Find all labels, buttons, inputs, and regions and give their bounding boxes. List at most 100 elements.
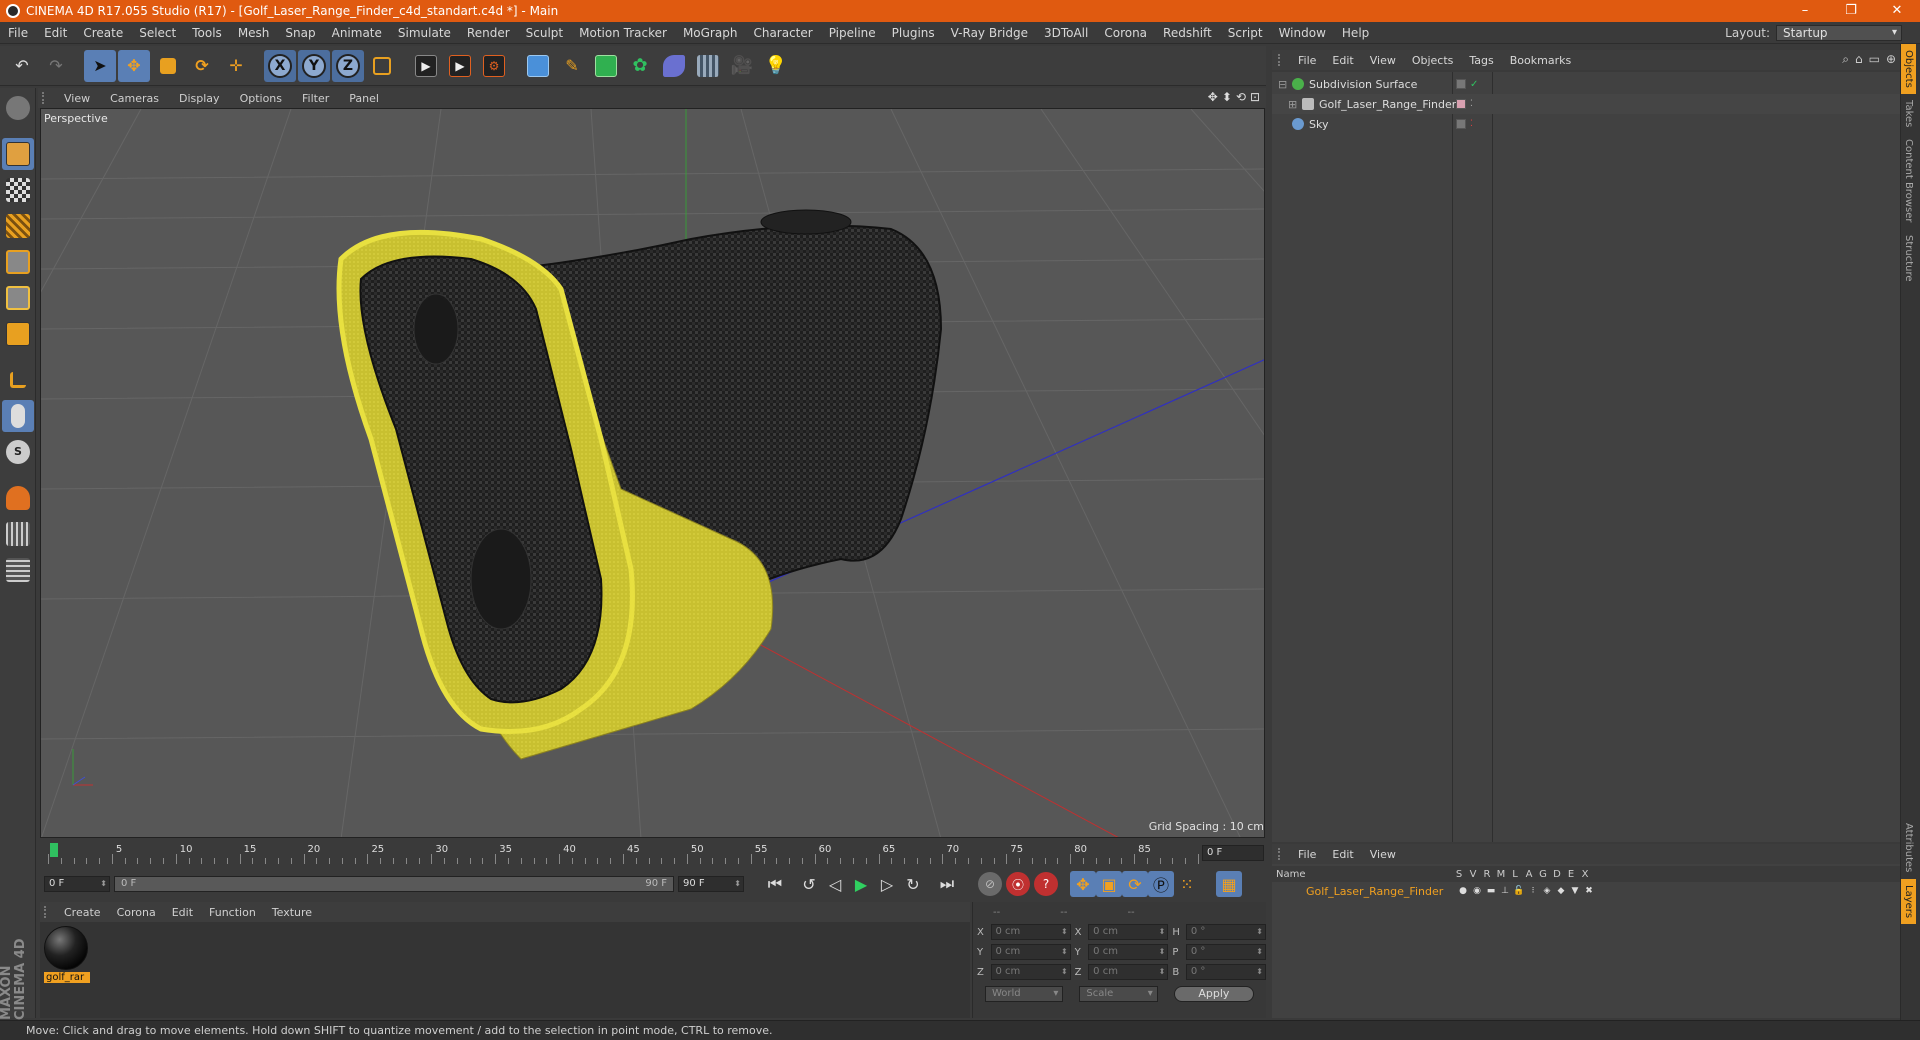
expand-icon[interactable]: ⊞ bbox=[1288, 98, 1297, 111]
size-z-field[interactable]: 0 cm bbox=[1088, 964, 1169, 980]
filter-icon[interactable]: ▭ bbox=[1869, 52, 1880, 67]
tweak-mode-button[interactable] bbox=[2, 400, 34, 432]
objects-menu-tags[interactable]: Tags bbox=[1461, 54, 1501, 67]
preview-range-slider[interactable]: 0 F 90 F bbox=[114, 876, 674, 892]
menu-motion-tracker[interactable]: Motion Tracker bbox=[571, 26, 675, 40]
render-toggle-icon[interactable]: ▬ bbox=[1484, 886, 1498, 896]
lock-workplane-button[interactable] bbox=[2, 518, 34, 550]
perspective-viewport[interactable] bbox=[40, 108, 1265, 838]
size-x-field[interactable]: 0 cm bbox=[1088, 924, 1169, 940]
animation-toggle-icon[interactable]: ⁝ bbox=[1526, 886, 1540, 896]
next-frame-button[interactable]: ▷ bbox=[874, 871, 900, 897]
previous-frame-button[interactable]: ◁ bbox=[822, 871, 848, 897]
z-axis-toggle[interactable]: Z bbox=[332, 49, 364, 82]
enable-axis-button[interactable] bbox=[2, 364, 34, 396]
generator-toggle-icon[interactable]: ◈ bbox=[1540, 886, 1554, 896]
next-key-button[interactable]: ↻ bbox=[900, 871, 926, 897]
subdivision-surface-button[interactable] bbox=[590, 50, 622, 82]
layers-menu-edit[interactable]: Edit bbox=[1324, 848, 1361, 861]
tab-layers[interactable]: Layers bbox=[1901, 878, 1916, 924]
layer-tag-square[interactable] bbox=[1456, 79, 1466, 89]
search-icon[interactable]: ⌕ bbox=[1842, 52, 1849, 67]
coordinate-space-dropdown[interactable]: World bbox=[985, 986, 1064, 1002]
frame-ruler[interactable]: 051015202530354045505560657075808590 bbox=[48, 842, 1215, 864]
render-to-picture-viewer-button[interactable]: ▶ bbox=[444, 50, 476, 82]
material-manager-area[interactable]: golf_rar bbox=[40, 922, 970, 1018]
minimize-button[interactable]: – bbox=[1782, 0, 1828, 22]
object-row-golf-laser-range-finder[interactable]: ⊞ Golf_Laser_Range_Finder ⁚ bbox=[1272, 94, 1900, 114]
layer-name-header[interactable]: Name bbox=[1272, 869, 1452, 880]
tab-structure[interactable]: Structure bbox=[1901, 229, 1916, 288]
end-frame-field[interactable]: 90 F bbox=[678, 876, 744, 892]
menu-render[interactable]: Render bbox=[459, 26, 518, 40]
objects-menu-edit[interactable]: Edit bbox=[1324, 54, 1361, 67]
close-button[interactable]: ✕ bbox=[1874, 0, 1920, 22]
menu-sculpt[interactable]: Sculpt bbox=[518, 26, 571, 40]
menu-edit[interactable]: Edit bbox=[36, 26, 75, 40]
object-list[interactable]: ⊟ Subdivision Surface ✓ ⊞ Golf_Laser_Ran… bbox=[1272, 72, 1900, 842]
rotation-p-field[interactable]: 0 ° bbox=[1185, 944, 1266, 960]
objects-menu-bookmarks[interactable]: Bookmarks bbox=[1502, 54, 1579, 67]
light-button[interactable]: 💡 bbox=[760, 50, 792, 82]
record-active-button[interactable]: ⦿ bbox=[1006, 872, 1030, 896]
make-editable-button[interactable] bbox=[2, 92, 34, 124]
layer-tag-square[interactable] bbox=[1456, 119, 1466, 129]
scale-tool-button[interactable] bbox=[152, 50, 184, 82]
apply-button[interactable]: Apply bbox=[1173, 986, 1254, 1002]
coordinate-system-button[interactable] bbox=[366, 50, 398, 82]
current-frame-field[interactable]: 0 F bbox=[1202, 845, 1264, 861]
cube-primitive-button[interactable] bbox=[522, 50, 554, 82]
magnet-tool-button[interactable] bbox=[2, 482, 34, 514]
undo-button[interactable]: ↶ bbox=[6, 50, 38, 82]
layers-menu-file[interactable]: File bbox=[1290, 848, 1324, 861]
key-parameter-button[interactable]: Ⓟ bbox=[1148, 871, 1174, 897]
xref-toggle-icon[interactable]: ✖ bbox=[1582, 886, 1596, 896]
layout-select[interactable]: Startup bbox=[1776, 25, 1902, 41]
x-axis-toggle[interactable]: X bbox=[264, 49, 296, 82]
snap-button[interactable]: S bbox=[2, 436, 34, 468]
menu-file[interactable]: File bbox=[0, 26, 36, 40]
object-row-sky[interactable]: Sky ⁚ bbox=[1272, 114, 1900, 134]
flag-header-expressions[interactable]: E bbox=[1564, 869, 1578, 880]
motion-path-button[interactable]: ⊘ bbox=[978, 872, 1002, 896]
flag-header-generators[interactable]: G bbox=[1536, 869, 1550, 880]
move-tool-button[interactable]: ✥ bbox=[118, 49, 150, 82]
layers-menu-view[interactable]: View bbox=[1362, 848, 1404, 861]
menu-mograph[interactable]: MoGraph bbox=[675, 26, 746, 40]
objects-menu-objects[interactable]: Objects bbox=[1404, 54, 1462, 67]
objects-menu-view[interactable]: View bbox=[1362, 54, 1404, 67]
size-y-field[interactable]: 0 cm bbox=[1088, 944, 1169, 960]
tab-objects[interactable]: Objects bbox=[1901, 44, 1916, 94]
visibility-dots-icon[interactable]: ⁚ bbox=[1470, 119, 1473, 129]
flag-header-solo[interactable]: S bbox=[1452, 869, 1466, 880]
model-mode-button[interactable] bbox=[2, 138, 34, 170]
menu-create[interactable]: Create bbox=[75, 26, 131, 40]
menu-vray-bridge[interactable]: V-Ray Bridge bbox=[943, 26, 1036, 40]
menu-window[interactable]: Window bbox=[1271, 26, 1334, 40]
new-view-icon[interactable]: ⊕ bbox=[1886, 52, 1896, 67]
maximize-button[interactable]: ❐ bbox=[1828, 0, 1874, 22]
layer-row[interactable]: Golf_Laser_Range_Finder ● ◉ ▬ ⊥ 🔓 ⁝ ◈ ◆ … bbox=[1272, 882, 1900, 900]
points-mode-button[interactable] bbox=[2, 246, 34, 278]
menu-redshift[interactable]: Redshift bbox=[1155, 26, 1220, 40]
solo-toggle-icon[interactable]: ● bbox=[1456, 886, 1470, 896]
deformer-button[interactable] bbox=[658, 50, 690, 82]
material-menu-texture[interactable]: Texture bbox=[264, 906, 320, 919]
viewport-camera-label[interactable]: Perspective bbox=[44, 112, 108, 125]
menu-help[interactable]: Help bbox=[1334, 26, 1377, 40]
autokey-button[interactable]: ? bbox=[1034, 872, 1058, 896]
enabled-check-icon[interactable]: ✓ bbox=[1470, 79, 1478, 90]
go-to-start-button[interactable]: ⏮ bbox=[762, 871, 788, 897]
playhead[interactable] bbox=[50, 843, 58, 857]
panel-grip[interactable] bbox=[1278, 54, 1286, 66]
polygons-mode-button[interactable] bbox=[2, 318, 34, 350]
timeline-ruler[interactable]: 051015202530354045505560657075808590 0 F bbox=[40, 842, 1266, 864]
view-toggle-icon[interactable]: ◉ bbox=[1470, 886, 1484, 896]
tab-content-browser[interactable]: Content Browser bbox=[1901, 133, 1916, 228]
maximize-view-icon[interactable]: ⊡ bbox=[1250, 90, 1260, 104]
viewport-menu-display[interactable]: Display bbox=[169, 92, 230, 105]
rotation-h-field[interactable]: 0 ° bbox=[1185, 924, 1266, 940]
rotation-b-field[interactable]: 0 ° bbox=[1185, 964, 1266, 980]
live-selection-button[interactable]: ➤ bbox=[84, 49, 116, 82]
manager-toggle-icon[interactable]: ⊥ bbox=[1498, 886, 1512, 896]
